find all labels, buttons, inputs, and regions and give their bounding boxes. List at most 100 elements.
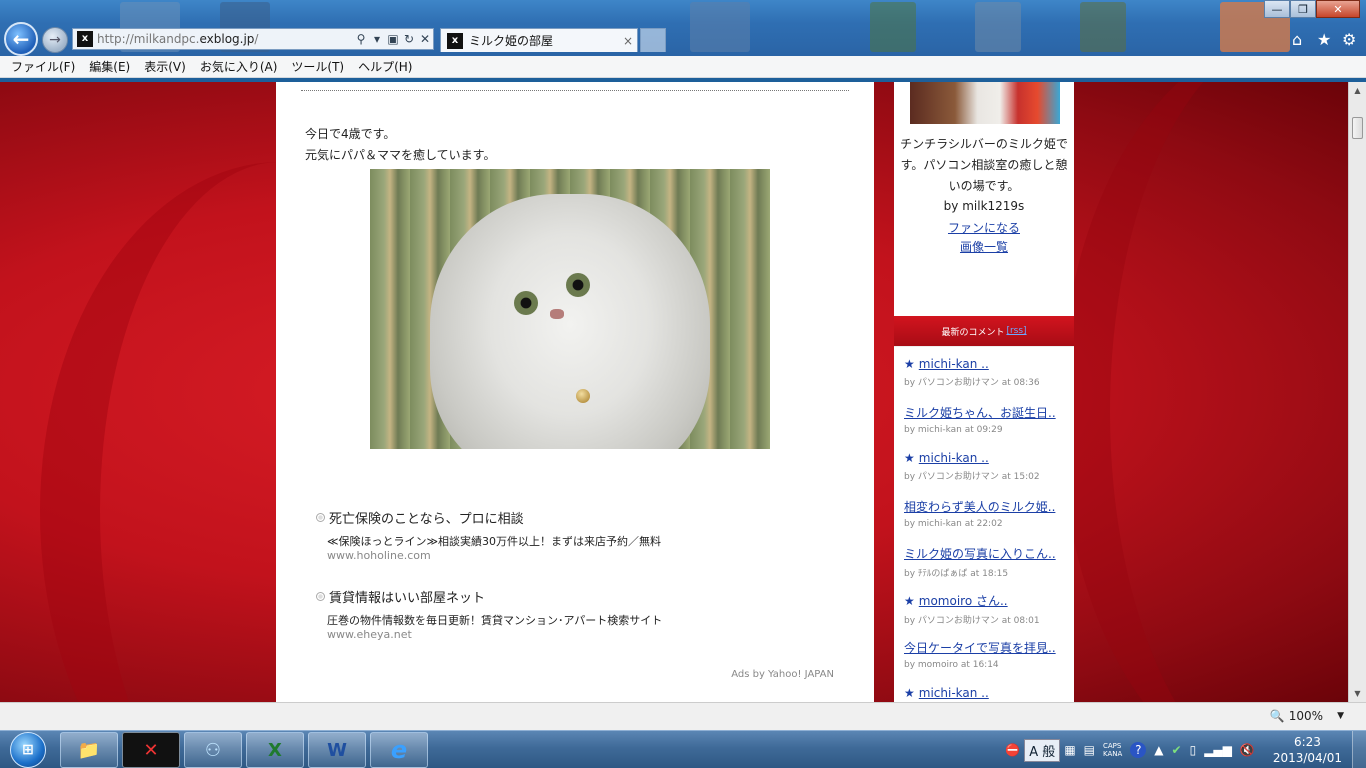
dropdown-icon[interactable]: ▾ — [369, 32, 385, 46]
comment-title-text[interactable]: ミルク姫の写真に入りこん.. — [904, 547, 1056, 561]
show-desktop-button[interactable] — [1352, 731, 1366, 768]
url-prefix: http://milkandpc. — [97, 32, 200, 46]
image-list-link[interactable]: 画像一覧 — [894, 238, 1074, 255]
zoom-control[interactable]: 🔍 100% ▼ — [1270, 709, 1344, 723]
refresh-icon[interactable]: ↻ — [401, 32, 417, 46]
comment-title-text[interactable]: michi-kan .. — [919, 451, 989, 465]
comment-title[interactable]: ★ momoiro さん.. — [904, 592, 1072, 609]
kana-label: KANA — [1103, 750, 1123, 758]
menu-file[interactable]: ファイル(F) — [6, 58, 80, 75]
taskbar-word[interactable]: W — [308, 732, 366, 768]
cat-body — [430, 194, 710, 449]
ime-mode[interactable]: A 般 — [1024, 738, 1061, 762]
comment-item[interactable]: ★ michi-kan .. by パソコンお助けマン at 08:36 — [904, 357, 1072, 388]
star-icon: ★ — [904, 451, 915, 465]
comment-meta: by michi-kan at 09:29 — [904, 425, 1003, 435]
forward-button[interactable]: → — [42, 27, 68, 53]
comment-title-text[interactable]: 今日ケータイで写真を拝見.. — [904, 641, 1056, 655]
ad-description: ≪保険ほっとライン≫相談実績30万件以上！まずは来店予約／無料 — [327, 535, 662, 548]
comments-header: 最新のコメント [rss] — [894, 316, 1074, 346]
comment-item[interactable]: ★ momoiro さん.. by パソコンお助けマン at 08:01 — [904, 592, 1072, 626]
stop-icon[interactable]: ✕ — [417, 32, 433, 46]
system-tray: ⛔ A 般 ▦ ▤ CAPS KANA ? ▲ ✔ ▯ ▂▄▆ 🔇 6:23 20… — [1001, 731, 1366, 768]
maximize-button[interactable]: ❐ — [1290, 0, 1316, 18]
comment-item[interactable]: ★ michi-kan .. — [904, 686, 1072, 700]
address-bar[interactable]: x http://milkandpc.exblog.jp/ ⚲ ▾ ▣ ↻ ✕ — [72, 28, 434, 50]
minimize-button[interactable]: — — [1264, 0, 1290, 18]
comment-title[interactable]: ★ michi-kan .. — [904, 357, 1072, 371]
start-button[interactable]: ⊞ — [2, 731, 54, 768]
close-window-button[interactable]: ✕ — [1316, 0, 1360, 18]
ad-item[interactable]: 死亡保険のことなら、プロに相談 ≪保険ほっとライン≫相談実績30万件以上！まずは… — [316, 508, 661, 562]
excel-icon: X — [268, 739, 282, 761]
fan-link[interactable]: ファンになる — [894, 219, 1074, 236]
clock[interactable]: 6:23 2013/04/01 — [1273, 734, 1342, 766]
post-line: 元気にパパ＆ママを癒しています。 — [305, 148, 496, 162]
comment-item[interactable]: ミルク姫ちゃん、お誕生日.. by michi-kan at 09:29 — [904, 404, 1072, 435]
compat-view-icon[interactable]: ▣ — [385, 32, 401, 46]
comment-title[interactable]: 相変わらず美人のミルク姫.. — [904, 498, 1072, 515]
taskbar-network[interactable]: ⚇ — [184, 732, 242, 768]
ime-tool-icon[interactable]: ▦ — [1064, 743, 1075, 757]
comment-title-text[interactable]: michi-kan .. — [919, 357, 989, 371]
menu-view[interactable]: 表示(V) — [139, 58, 191, 75]
comment-item[interactable]: 相変わらず美人のミルク姫.. by michi-kan at 22:02 — [904, 498, 1072, 529]
taskbar-ie[interactable]: e — [370, 732, 428, 768]
menu-favorites[interactable]: お気に入り(A) — [195, 58, 283, 75]
cat-photo[interactable] — [370, 169, 770, 449]
taskbar-excel[interactable]: X — [246, 732, 304, 768]
address-url[interactable]: http://milkandpc.exblog.jp/ — [97, 32, 353, 46]
comment-title-text[interactable]: ミルク姫ちゃん、お誕生日.. — [904, 406, 1056, 420]
scroll-up-icon[interactable]: ▲ — [1349, 82, 1366, 99]
menu-help[interactable]: ヘルプ(H) — [353, 58, 417, 75]
profile-author: by milk1219s — [943, 199, 1025, 213]
alert-icon[interactable]: ⛔ — [1005, 743, 1020, 757]
home-icon[interactable]: ⌂ — [1292, 30, 1302, 49]
menu-edit[interactable]: 編集(E) — [84, 58, 135, 75]
comment-title-text[interactable]: michi-kan .. — [919, 686, 989, 700]
signal-icon[interactable]: ▂▄▆ — [1204, 743, 1232, 757]
security-icon[interactable]: ✔ — [1172, 743, 1182, 757]
new-tab-button[interactable] — [640, 28, 666, 52]
ads-attribution[interactable]: Ads by Yahoo! JAPAN — [731, 669, 834, 680]
device-icon[interactable]: ▯ — [1190, 743, 1197, 757]
comment-item[interactable]: ★ michi-kan .. by パソコンお助けマン at 15:02 — [904, 451, 1072, 482]
comment-title[interactable]: 今日ケータイで写真を拝見.. — [904, 639, 1072, 656]
tab-active[interactable]: x ミルク姫の部屋 × — [440, 28, 638, 52]
ad-item[interactable]: 賃貸情報はいい部屋ネット 圧巻の物件情報数を毎日更新！賃貸マンション･アパート検… — [316, 587, 662, 641]
cat-eye — [566, 273, 590, 297]
comment-title[interactable]: ★ michi-kan .. — [904, 451, 1072, 465]
comment-item[interactable]: ミルク姫の写真に入りこん.. by ﾁﾃﾙのばぁば at 18:15 — [904, 545, 1072, 579]
help-icon[interactable]: ? — [1130, 742, 1147, 758]
scroll-thumb[interactable] — [1352, 117, 1363, 139]
profile-description: チンチラシルバーのミルク姫です。パソコン相談室の癒しと憩いの場です。 — [900, 137, 1068, 193]
profile-image[interactable] — [910, 82, 1060, 124]
zoom-dropdown-icon[interactable]: ▼ — [1337, 711, 1344, 721]
taskbar-explorer[interactable]: 📁 — [60, 732, 118, 768]
menu-tools[interactable]: ツール(T) — [286, 58, 349, 75]
bullet-icon — [316, 592, 325, 601]
comment-title-text[interactable]: 相変わらず美人のミルク姫.. — [904, 500, 1055, 514]
tab-close-icon[interactable]: × — [619, 34, 637, 48]
comment-item[interactable]: 今日ケータイで写真を拝見.. by momoiro at 16:14 — [904, 639, 1072, 670]
search-icon[interactable]: ⚲ — [353, 32, 369, 46]
vertical-scrollbar[interactable]: ▲ ▼ — [1348, 82, 1366, 702]
sidebar: チンチラシルバーのミルク姫です。パソコン相談室の癒しと憩いの場です。 by mi… — [894, 82, 1074, 702]
ad-url[interactable]: www.hoholine.com — [327, 549, 661, 562]
comment-title[interactable]: ★ michi-kan .. — [904, 686, 1072, 700]
comment-title-text[interactable]: momoiro さん.. — [919, 594, 1008, 608]
comment-title[interactable]: ミルク姫の写真に入りこん.. — [904, 545, 1072, 562]
ad-title[interactable]: 死亡保険のことなら、プロに相談 — [329, 508, 524, 527]
favorites-star-icon[interactable]: ★ — [1317, 30, 1331, 49]
ad-url[interactable]: www.eheya.net — [327, 628, 662, 641]
back-button[interactable]: ← — [4, 22, 38, 56]
tray-expand-icon[interactable]: ▲ — [1154, 743, 1163, 757]
ime-pad-icon[interactable]: ▤ — [1084, 743, 1095, 757]
taskbar-app[interactable]: ✕ — [122, 732, 180, 768]
comment-title[interactable]: ミルク姫ちゃん、お誕生日.. — [904, 404, 1072, 421]
volume-muted-icon[interactable]: 🔇 — [1240, 743, 1255, 757]
rss-link[interactable]: [rss] — [1006, 326, 1026, 336]
scroll-down-icon[interactable]: ▼ — [1349, 685, 1366, 702]
gear-icon[interactable]: ⚙ — [1342, 30, 1356, 49]
ad-title[interactable]: 賃貸情報はいい部屋ネット — [329, 587, 485, 606]
